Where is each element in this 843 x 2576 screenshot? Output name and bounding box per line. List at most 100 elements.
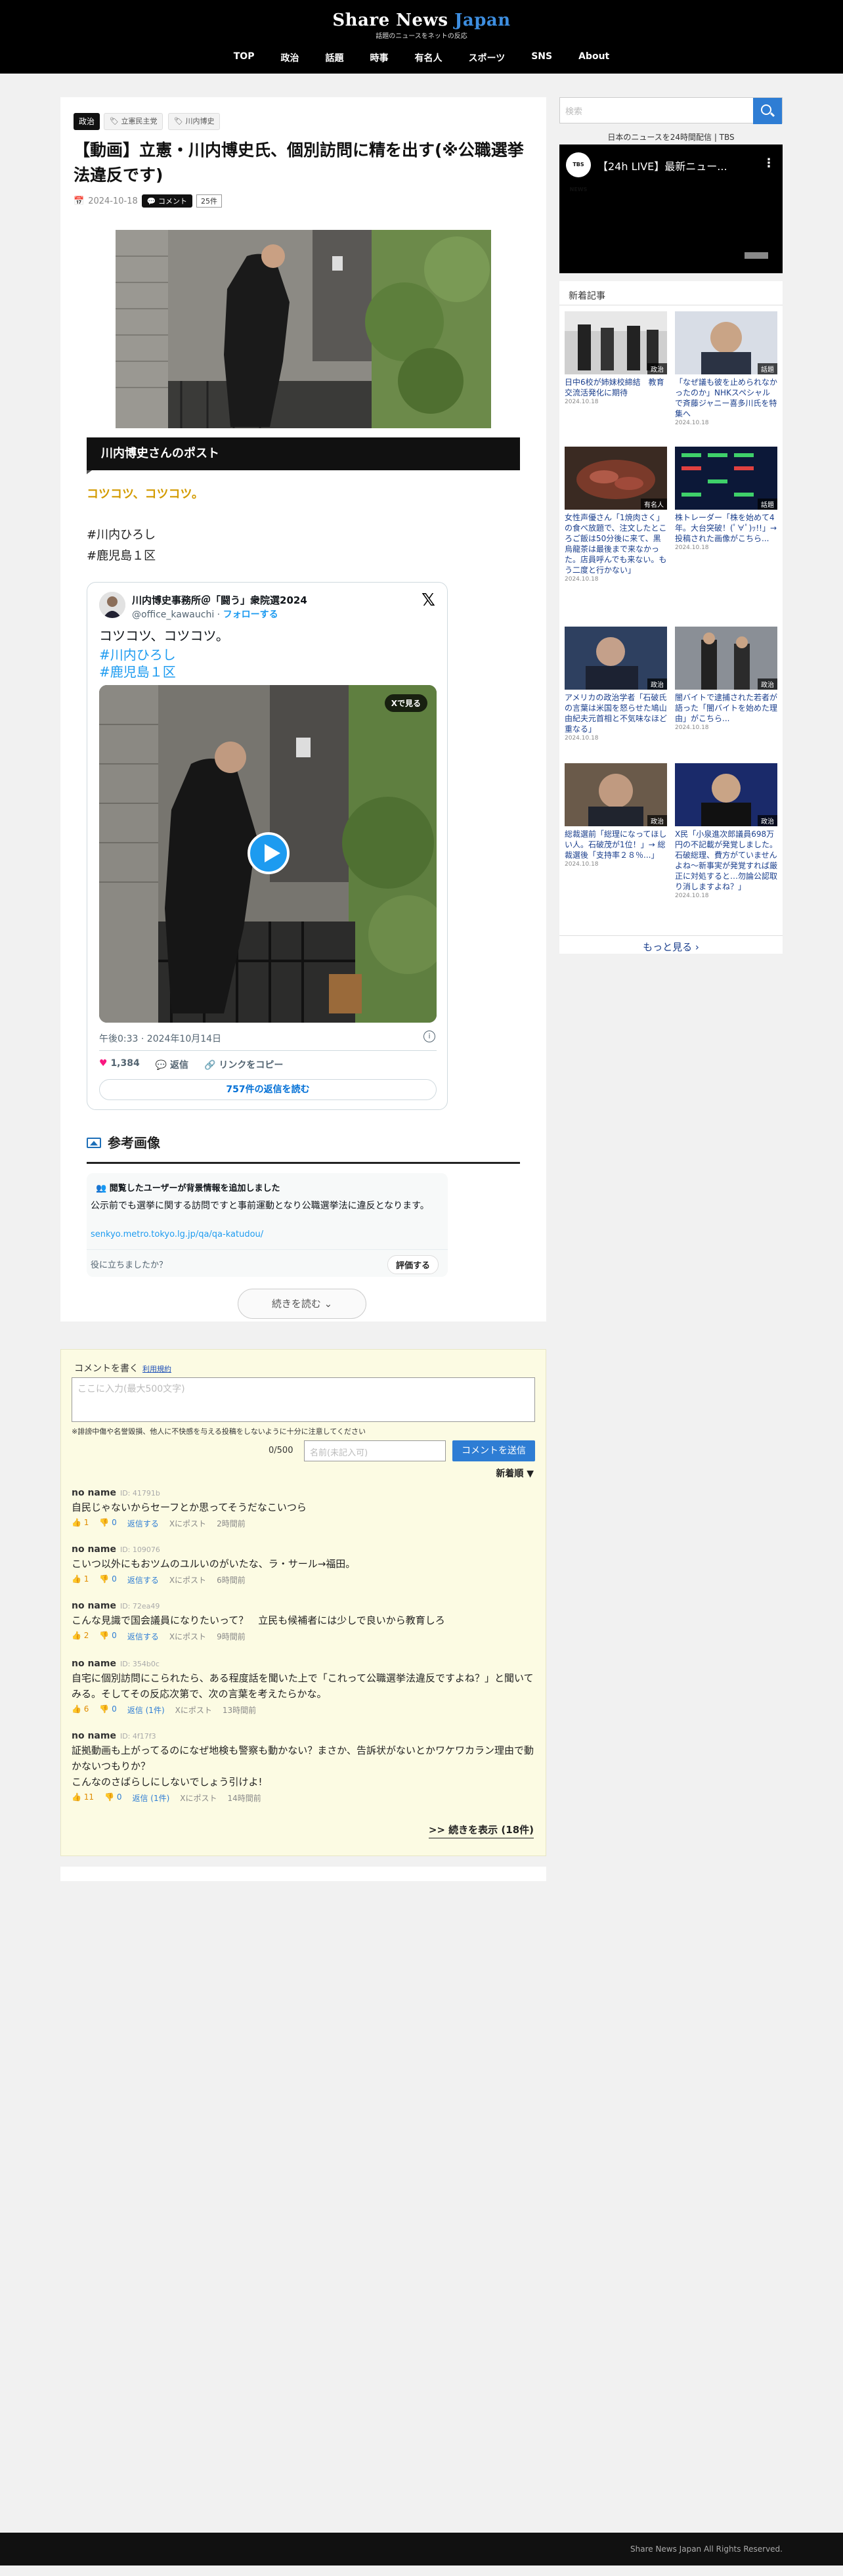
reply-link[interactable]: 返信する (127, 1518, 159, 1529)
comment-form-label: コメントを書く 利用規約 (74, 1364, 171, 1374)
x-post-link[interactable]: Xにポスト (169, 1518, 206, 1529)
like-button[interactable]: ♥ 1,384 (99, 1058, 140, 1071)
sort-dropdown[interactable]: 新着順 ▼ (496, 1467, 534, 1480)
nav-about[interactable]: About (565, 51, 622, 64)
site-footer: Share News Japan All Rights Reserved. (0, 2533, 843, 2565)
reply-link[interactable]: 返信 (1件) (127, 1704, 165, 1716)
tag-item[interactable]: 🏷 立憲民主党 (104, 113, 163, 130)
sidebar-article[interactable]: 話題 「なぜ議も彼を止められなかったのか」NHKスペシャルで斉藤ジャニー喜多川氏… (675, 311, 777, 426)
embedded-tweet[interactable]: 川内博史事務所＠「闘う」衆院選2024 @office_kawauchi · フ… (87, 582, 448, 1110)
sidebar-article[interactable]: 話題 株トレーダー「株を始めて4年。大台突破！(ﾟ∀ﾟ)ｯ!!」→ 投稿された画… (675, 447, 777, 551)
search-input[interactable]: 検索 (565, 104, 582, 117)
empty-card (60, 1867, 546, 1881)
article-meta: 📅 2024-10-18 💬 コメント 25件 (74, 194, 222, 208)
main-nav: TOP 政治 話題 時事 有名人 スポーツ SNS About (0, 51, 843, 64)
upvote-button[interactable]: 👍 2 (72, 1631, 89, 1642)
reply-link[interactable]: 返信する (127, 1631, 159, 1642)
category-tag[interactable]: 政治 (74, 113, 100, 130)
reply-button[interactable]: 💬 返信 (156, 1058, 188, 1071)
tweet-hashtag[interactable]: #川内ひろし (99, 644, 176, 663)
comment-item: no name ID: 4f17f3 証拠動画も上がってるのになぜ地検も警察も動か… (72, 1731, 534, 1804)
more-comments-link[interactable]: >> 続きを表示 (18件) (428, 1823, 534, 1838)
calendar-icon: 📅 (74, 196, 85, 206)
sidebar-article[interactable]: 有名人 女性声優さん「1焼肉さく」の食べ放題で、注文したところご飯は50分後に来… (565, 447, 667, 583)
nav-top[interactable]: TOP (221, 51, 268, 64)
sidebar-article[interactable]: 政治 アメリカの政治学者「石破氏の言葉は米国を怒らせた鳩山由紀夫元首相と不気味な… (565, 627, 667, 742)
x-logo-icon[interactable]: 𝕏 (422, 590, 435, 610)
downvote-button[interactable]: 👎 0 (99, 1704, 116, 1716)
site-logo[interactable]: Share News Japan (0, 11, 843, 30)
follow-button[interactable]: フォローする (223, 610, 278, 620)
tweet-timestamp[interactable]: 午後0:33 · 2024年10月14日 (99, 1032, 221, 1045)
downvote-button[interactable]: 👎 0 (104, 1792, 121, 1804)
note-body: 公示前でも選挙に関する訪問ですと事前運動となり公職選挙法に違反となります。 (91, 1201, 429, 1211)
nav-sns[interactable]: SNS (518, 51, 565, 64)
downvote-button[interactable]: 👎 0 (99, 1631, 116, 1642)
image-icon (87, 1138, 101, 1148)
comment-count: 25件 (196, 194, 222, 208)
sidebar-article[interactable]: 政治 X民「小泉進次郎議員698万円の不記載が発覚しました。石破総理、費方がてい… (675, 763, 777, 899)
x-post-link[interactable]: Xにポスト (175, 1704, 212, 1716)
nav-topics[interactable]: 話題 (312, 51, 357, 64)
logo-watermark (745, 252, 768, 259)
reply-link[interactable]: 返信する (127, 1574, 159, 1586)
info-icon[interactable]: i (423, 1031, 435, 1042)
downvote-button[interactable]: 👎 0 (99, 1518, 116, 1529)
tweet-author-name[interactable]: 川内博史事務所＠「闘う」衆院選2024 (132, 593, 307, 607)
divider (99, 1050, 437, 1051)
site-header: Share News Japan 話題のニュースをネットの反応 TOP 政治 話… (0, 0, 843, 74)
search-bar: 検索 (559, 97, 783, 124)
comment-item: no name ID: 72ea49 こんな見識で国会議員になりたいって？ 立民も… (72, 1601, 445, 1642)
nav-sports[interactable]: スポーツ (455, 51, 518, 64)
nav-celebrity[interactable]: 有名人 (401, 51, 455, 64)
sidebar-article[interactable]: 政治 日中6校が姉妹校締結 教育交流活発化に期待 2024.10.18 (565, 311, 667, 405)
upvote-button[interactable]: 👍 1 (72, 1518, 89, 1529)
users-icon: 👥 (96, 1184, 107, 1193)
note-title: 👥 閲覧したユーザーが背景情報を追加しました (96, 1184, 280, 1193)
read-replies-button[interactable]: 757件の返信を読む (99, 1079, 437, 1100)
nav-politics[interactable]: 政治 (267, 51, 312, 64)
x-post-link[interactable]: Xにポスト (169, 1631, 206, 1642)
comment-warning: ※誹謗中傷や名誉毀損、他人に不快感を与える投稿をしないように十分に注意してくださ… (72, 1427, 366, 1436)
comment-item: no name ID: 41791b 自民じゃないからセーフとか思ってそうだなこい… (72, 1488, 307, 1529)
copy-link-button[interactable]: 🔗 リンクをコピー (204, 1058, 283, 1071)
youtube-embed[interactable]: TBS NEWS 【24h LIVE】最新ニュー... ⋮ (559, 144, 783, 273)
submit-comment-button[interactable]: コメントを送信 (452, 1440, 535, 1461)
note-footer: 役に立ちましたか？ 評価する (87, 1249, 448, 1277)
name-input[interactable]: 名前(未記入可) (304, 1440, 446, 1461)
reply-link[interactable]: 返信 (1件) (132, 1792, 169, 1804)
comment-textarea[interactable]: ここに入力(最大500文字) (72, 1377, 535, 1422)
sidebar-article[interactable]: 政治 総裁選前「総理になってほしい人。石破茂が1位！」→ 総裁選後「支持率２８％… (565, 763, 667, 868)
x-post-link[interactable]: Xにポスト (169, 1574, 206, 1586)
article-title: 【動画】立憲・川内博史氏、個別訪問に精を出す(※公職選挙法違反です) (74, 141, 524, 185)
rate-button[interactable]: 評価する (387, 1255, 439, 1274)
see-on-x-button[interactable]: Xで見る (384, 694, 427, 712)
upvote-button[interactable]: 👍 6 (72, 1704, 89, 1716)
reference-heading: 参考画像 (87, 1131, 520, 1164)
tweet-hashtag[interactable]: #鹿児島１区 (99, 661, 176, 680)
play-icon[interactable] (248, 832, 290, 874)
heart-icon: ♥ (99, 1058, 108, 1069)
avatar[interactable] (99, 592, 125, 618)
x-post-link[interactable]: Xにポスト (180, 1792, 217, 1804)
more-articles-link[interactable]: もっと見る › (559, 935, 783, 954)
comment-link[interactable]: 💬 コメント (141, 194, 192, 208)
more-options-icon[interactable]: ⋮ (763, 156, 775, 170)
nav-current[interactable]: 時事 (357, 51, 401, 64)
tweet-author-handle: @office_kawauchi · フォローする (132, 610, 278, 620)
widget-heading: 新着記事 (569, 291, 605, 301)
terms-link[interactable]: 利用規約 (142, 1365, 171, 1373)
read-more-button[interactable]: 続きを読む ⌄ (238, 1289, 366, 1319)
search-icon[interactable] (753, 98, 782, 124)
upvote-button[interactable]: 👍 11 (72, 1792, 94, 1804)
note-link[interactable]: senkyo.metro.tokyo.lg.jp/qa/qa-katudou/ (91, 1230, 263, 1239)
video-title[interactable]: 【24h LIVE】最新ニュー... (597, 158, 727, 173)
upvote-button[interactable]: 👍 1 (72, 1574, 89, 1586)
downvote-button[interactable]: 👎 0 (99, 1574, 116, 1586)
tag-item[interactable]: 🏷 川内博史 (168, 113, 221, 130)
hashtag-text: #鹿児島１区 (87, 549, 156, 563)
channel-logo[interactable]: TBS NEWS (566, 152, 591, 192)
tweet-actions: ♥ 1,384 💬 返信 🔗 リンクをコピー (99, 1058, 283, 1071)
tweet-video[interactable]: Xで見る (99, 685, 437, 1023)
sidebar-article[interactable]: 政治 闇バイトで逮捕された若者が語った「闇バイトを始めた理由」がこちら... 20… (675, 627, 777, 731)
